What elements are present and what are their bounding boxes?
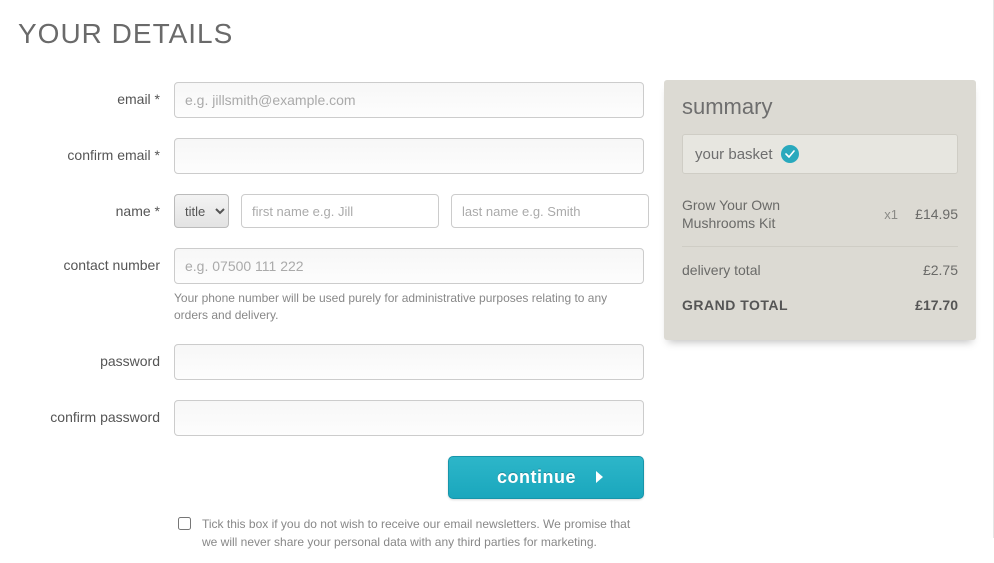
continue-button-label: continue: [497, 467, 576, 488]
contact-help-text: Your phone number will be used purely fo…: [174, 290, 644, 324]
delivery-line: delivery total £2.75: [682, 253, 958, 287]
chevron-right-icon: [596, 471, 603, 483]
contact-label: contact number: [18, 248, 174, 273]
confirm-password-label: confirm password: [18, 400, 174, 425]
password-label: password: [18, 344, 174, 369]
page-title: YOUR DETAILS: [18, 18, 644, 50]
divider: [682, 246, 958, 247]
basket-header: your basket: [682, 134, 958, 174]
last-name-field[interactable]: [451, 194, 649, 228]
line-item: Grow Your Own Mushrooms Kit x1 £14.95: [682, 188, 958, 240]
confirm-password-field[interactable]: [174, 400, 644, 436]
basket-label: your basket: [695, 146, 773, 163]
contact-field[interactable]: [174, 248, 644, 284]
confirm-email-label: confirm email *: [18, 138, 174, 163]
delivery-price: £2.75: [898, 262, 958, 278]
first-name-field[interactable]: [241, 194, 439, 228]
item-name: Grow Your Own Mushrooms Kit: [682, 196, 864, 232]
optout-checkbox[interactable]: [178, 517, 191, 530]
grand-total-line: GRAND TOTAL £17.70: [682, 288, 958, 322]
summary-panel: summary your basket Grow Your Own Mushro…: [664, 80, 976, 340]
summary-heading: summary: [682, 94, 958, 120]
title-select[interactable]: title: [174, 194, 229, 228]
password-field[interactable]: [174, 344, 644, 380]
check-icon: [781, 145, 799, 163]
optout-text: Tick this box if you do not wish to rece…: [202, 515, 644, 551]
grand-total-price: £17.70: [898, 297, 958, 313]
item-price: £14.95: [898, 206, 958, 222]
item-qty: x1: [864, 207, 898, 222]
name-label: name *: [18, 194, 174, 219]
delivery-label: delivery total: [682, 261, 864, 279]
grand-total-label: GRAND TOTAL: [682, 296, 864, 314]
email-label: email *: [18, 82, 174, 107]
continue-button[interactable]: continue: [448, 456, 644, 499]
confirm-email-field[interactable]: [174, 138, 644, 174]
email-field[interactable]: [174, 82, 644, 118]
